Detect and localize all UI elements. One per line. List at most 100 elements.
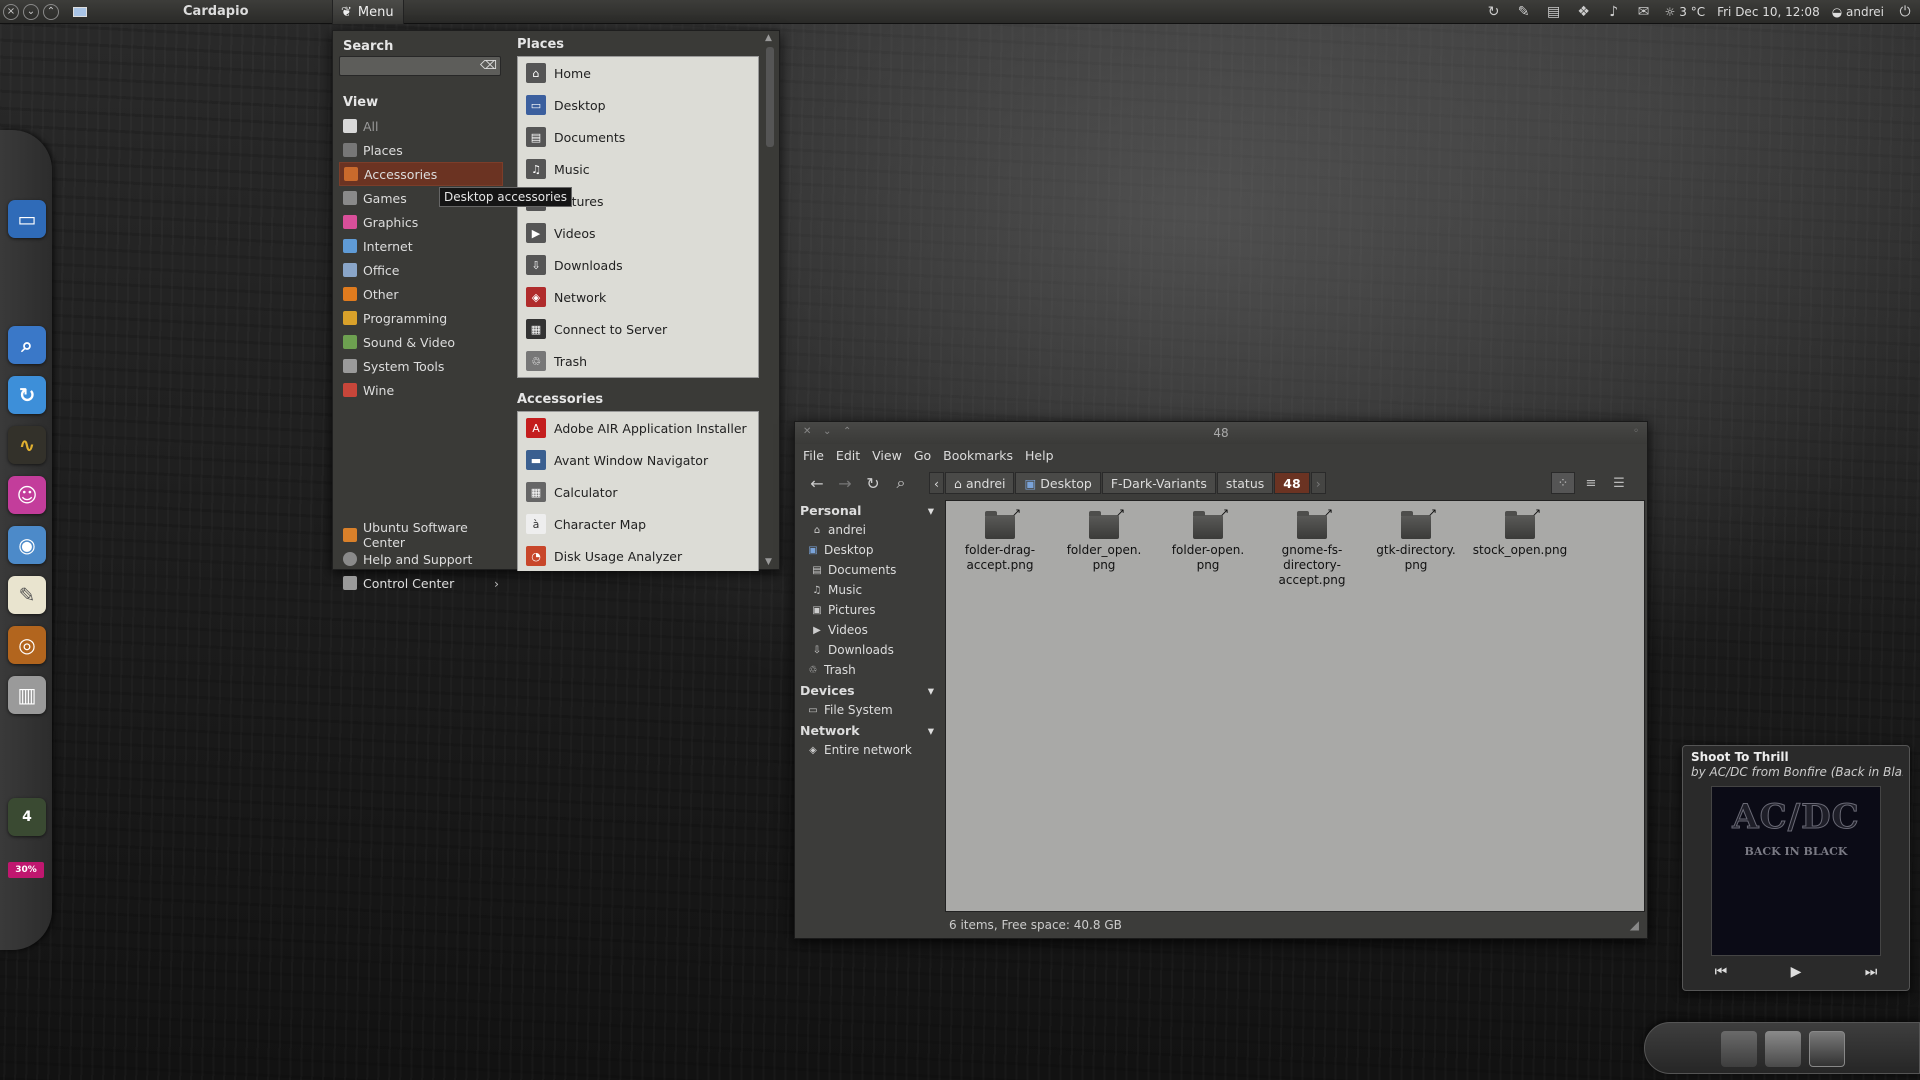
sidebar-item-desktop[interactable]: ▣ Desktop	[796, 540, 942, 560]
back-icon[interactable]: ←	[803, 470, 831, 496]
help-item[interactable]: Help and Support	[339, 547, 503, 571]
app-item[interactable]: ▦ Calculator	[518, 476, 758, 508]
window-menu-icon[interactable]: ◦	[1633, 426, 1639, 437]
app-item[interactable]: A Adobe AIR Application Installer	[518, 412, 758, 444]
brush-icon[interactable]: ✎	[1515, 4, 1533, 20]
file-icon-view[interactable]: folder-drag-accept.png folder_open.png f…	[945, 500, 1645, 912]
file-app-icon[interactable]: ▥	[8, 676, 46, 714]
place-item[interactable]: ▶ Videos	[518, 217, 758, 249]
breadcrumb-desktop[interactable]: ▣ Desktop	[1015, 472, 1101, 494]
software-center-item[interactable]: Ubuntu Software Center	[339, 520, 503, 550]
breadcrumb-left-arrow[interactable]: ‹	[929, 472, 944, 494]
menu-button[interactable]: ❦ Menu	[332, 0, 404, 24]
app-item[interactable]: ▬ Avant Window Navigator	[518, 444, 758, 476]
icon-view-icon[interactable]: ⁘	[1551, 472, 1575, 494]
app-item[interactable]: à Character Map	[518, 508, 758, 540]
next-track-icon[interactable]: ⏭	[1865, 964, 1878, 980]
reload-icon[interactable]: ↻	[859, 470, 887, 496]
place-item[interactable]: ⇩ Downloads	[518, 249, 758, 281]
sidebar-item-file-system[interactable]: ▭ File System	[796, 700, 942, 720]
place-item[interactable]: ▤ Documents	[518, 121, 758, 153]
previous-track-icon[interactable]: ⏮	[1715, 964, 1728, 980]
folder-icon[interactable]	[1721, 1031, 1757, 1067]
place-item[interactable]: ⌂ Home	[518, 57, 758, 89]
collapse-icon[interactable]: ▾	[928, 683, 934, 698]
category-item[interactable]: Sound & Video	[339, 330, 503, 354]
resize-grip-icon[interactable]: ◢	[1630, 918, 1639, 932]
compact-view-icon[interactable]: ☰	[1607, 472, 1631, 494]
breadcrumb-status[interactable]: status	[1216, 472, 1274, 494]
audio-app-icon[interactable]: ◎	[8, 626, 46, 664]
close-icon[interactable]: ×	[3, 3, 19, 20]
category-item[interactable]: Office	[339, 258, 503, 282]
category-item[interactable]: All	[339, 114, 503, 138]
sidebar-section-personal[interactable]: Personal ▾	[796, 500, 942, 520]
breadcrumb-f-dark-variants[interactable]: F-Dark-Variants	[1101, 472, 1216, 494]
downloads-icon[interactable]	[1765, 1031, 1801, 1067]
clipboard-icon[interactable]: ▤	[1545, 4, 1563, 20]
collapse-icon[interactable]: ▾	[928, 723, 934, 738]
play-icon[interactable]: ▶	[1791, 964, 1802, 980]
text-editor-icon[interactable]: ✎	[8, 576, 46, 614]
place-item[interactable]: ♲ Trash	[518, 345, 758, 377]
mail-icon[interactable]: ✉	[1635, 4, 1653, 20]
menu-file[interactable]: File	[803, 448, 824, 463]
weather-indicator[interactable]: ☼ 3 °C	[1665, 5, 1705, 19]
category-item[interactable]: Wine	[339, 378, 503, 402]
search-input[interactable]: ⌫	[339, 56, 501, 76]
sidebar-item-andrei[interactable]: ⌂ andrei	[796, 520, 942, 540]
volume-icon[interactable]: ♪	[1605, 4, 1623, 20]
menu-edit[interactable]: Edit	[836, 448, 860, 463]
sidebar-item-pictures[interactable]: ▣ Pictures	[796, 600, 942, 620]
sidebar-item-downloads[interactable]: ⇩ Downloads	[796, 640, 942, 660]
search-app-icon[interactable]: ⌕	[8, 326, 46, 364]
place-item[interactable]: ♫ Music	[518, 153, 758, 185]
clock[interactable]: Fri Dec 10, 12:08	[1717, 5, 1820, 19]
menu-go[interactable]: Go	[914, 448, 931, 463]
minimize-icon[interactable]: ⌄	[23, 3, 39, 20]
file-item[interactable]: stock_open.png	[1472, 505, 1568, 558]
sidebar-item-videos[interactable]: ▶ Videos	[796, 620, 942, 640]
breadcrumb-right-arrow[interactable]: ›	[1310, 472, 1326, 494]
sidebar-section-devices[interactable]: Devices ▾	[796, 680, 942, 700]
category-item[interactable]: Graphics	[339, 210, 503, 234]
file-item[interactable]: folder-open.png	[1160, 505, 1256, 573]
place-item[interactable]: ◈ Network	[518, 281, 758, 313]
forward-icon[interactable]: →	[831, 470, 859, 496]
cardapio-scrollbar[interactable]: ▲ ▼	[765, 33, 775, 567]
window-titlebar[interactable]: ✕ ⌄ ⌃ 48 ◦	[795, 422, 1647, 444]
dropbox-icon[interactable]: ❖	[1575, 4, 1593, 20]
menu-bookmarks[interactable]: Bookmarks	[943, 448, 1013, 463]
breadcrumb-andrei[interactable]: ⌂ andrei	[945, 472, 1015, 494]
file-item[interactable]: folder_open.png	[1056, 505, 1152, 573]
sidebar-item-entire-network[interactable]: ◈ Entire network	[796, 740, 942, 760]
scroll-down-icon[interactable]: ▼	[765, 557, 772, 567]
messenger-app-icon[interactable]: ◉	[8, 526, 46, 564]
scroll-up-icon[interactable]: ▲	[765, 33, 772, 43]
file-item[interactable]: gnome-fs-directory-accept.png	[1264, 505, 1360, 588]
chat-app-icon[interactable]: ☺	[8, 476, 46, 514]
scrollbar-thumb[interactable]	[766, 47, 774, 147]
music-player-icon[interactable]	[1809, 1031, 1845, 1067]
sidebar-section-network[interactable]: Network ▾	[796, 720, 942, 740]
category-item[interactable]: Other	[339, 282, 503, 306]
power-icon[interactable]: ⏻	[1896, 4, 1914, 20]
sidebar-item-documents[interactable]: ▤ Documents	[796, 560, 942, 580]
category-item[interactable]: Internet	[339, 234, 503, 258]
sync-icon[interactable]: ↻	[1485, 4, 1503, 20]
clear-search-icon[interactable]: ⌫	[480, 58, 497, 72]
collapse-icon[interactable]: ▾	[928, 503, 934, 518]
system-monitor-icon[interactable]: ∿	[8, 426, 46, 464]
user-menu[interactable]: ◒ andrei	[1832, 5, 1884, 19]
category-item[interactable]: Places	[339, 138, 503, 162]
file-item[interactable]: folder-drag-accept.png	[952, 505, 1048, 573]
file-item[interactable]: gtk-directory.png	[1368, 505, 1464, 573]
sidebar-item-trash[interactable]: ♲ Trash	[796, 660, 942, 680]
place-item[interactable]: ▦ Connect to Server	[518, 313, 758, 345]
list-view-icon[interactable]: ≡	[1579, 472, 1603, 494]
breadcrumb-current[interactable]: 48	[1274, 472, 1310, 494]
category-item[interactable]: Programming	[339, 306, 503, 330]
workspace-badge-icon[interactable]: 4	[8, 798, 46, 836]
sync-app-icon[interactable]: ↻	[8, 376, 46, 414]
control-center-item[interactable]: Control Center ›	[339, 571, 503, 595]
